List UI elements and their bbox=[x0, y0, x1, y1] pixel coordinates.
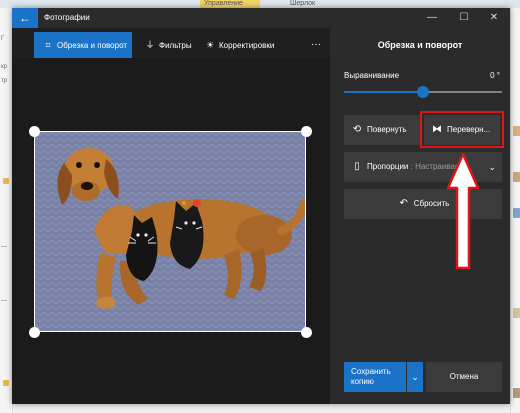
background-window-strip bbox=[0, 0, 520, 8]
flip-highlight-box bbox=[420, 111, 504, 148]
crop-frame[interactable] bbox=[34, 131, 306, 332]
maximize-icon[interactable]: ☐ bbox=[448, 8, 480, 28]
reset-button-label: Сбросить bbox=[413, 199, 450, 208]
minimize-icon[interactable]: — bbox=[416, 8, 448, 28]
more-options-icon[interactable]: ··· bbox=[306, 32, 326, 58]
aspect-ratio-icon: ▯ bbox=[354, 161, 360, 172]
aspect-ratio-label: Пропорции bbox=[367, 162, 409, 171]
save-copy-label-line1: Сохранить bbox=[351, 367, 391, 376]
title-bar: ← Фотографии — ☐ ✕ bbox=[12, 8, 510, 28]
tab-crop-rotate-label: Обрезка и поворот bbox=[57, 41, 128, 50]
background-tab-manage: Управление bbox=[200, 0, 260, 8]
save-copy-label-line2: копию bbox=[351, 377, 374, 386]
crop-rotate-panel: Обрезка и поворот Выравнивание 0 ° ⟲ Пове… bbox=[330, 28, 510, 404]
background-tab-sherlock: Шерлок bbox=[290, 0, 316, 7]
rotate-button-label: Повернуть bbox=[367, 125, 407, 134]
crop-handle-bottom-right[interactable] bbox=[301, 327, 312, 338]
tab-filters-label: Фильтры bbox=[159, 41, 192, 50]
rotate-button[interactable]: ⟲ Повернуть bbox=[344, 115, 420, 145]
edit-toolbar: ⌗ Обрезка и поворот ⏚ Фильтры ☀ Корректиров… bbox=[12, 28, 330, 58]
background-right-window bbox=[510, 8, 520, 413]
app-title: Фотографии bbox=[44, 13, 90, 22]
rotate-icon: ⟲ bbox=[352, 124, 362, 135]
filter-icon: ⏚ bbox=[145, 40, 155, 50]
save-copy-button[interactable]: Сохранить копию bbox=[344, 362, 406, 392]
save-options-chevron-icon[interactable]: ⌄ bbox=[407, 362, 423, 392]
arrow-left-icon[interactable]: ← bbox=[12, 8, 38, 28]
image-canvas bbox=[12, 58, 330, 404]
cancel-button[interactable]: Отмена bbox=[426, 362, 502, 392]
chevron-down-icon: ⌄ bbox=[488, 162, 496, 172]
panel-title: Обрезка и поворот bbox=[377, 40, 463, 50]
crop-handle-top-left[interactable] bbox=[29, 126, 40, 137]
sun-icon: ☀ bbox=[205, 40, 215, 50]
tab-adjustments-label: Корректировки bbox=[219, 41, 275, 50]
tab-filters[interactable]: ⏚ Фильтры bbox=[140, 32, 192, 58]
crop-handle-top-right[interactable] bbox=[301, 126, 312, 137]
crop-handle-bottom-left[interactable] bbox=[29, 327, 40, 338]
straighten-slider-thumb[interactable] bbox=[417, 86, 429, 98]
straighten-value: 0 ° bbox=[490, 71, 500, 80]
straighten-label: Выравнивание bbox=[344, 71, 400, 80]
crop-icon: ⌗ bbox=[45, 40, 51, 50]
photos-app-window: ← Фотографии — ☐ ✕ ⌗ Обрезка и поворот ⏚ Ф… bbox=[12, 8, 510, 404]
tab-adjustments[interactable]: ☀ Корректировки bbox=[200, 32, 274, 58]
tab-crop-rotate[interactable]: ⌗ Обрезка и поворот bbox=[34, 32, 132, 58]
red-arrow-annotation bbox=[446, 152, 480, 270]
straighten-slider-fill bbox=[344, 91, 423, 93]
undo-icon: ↶ bbox=[399, 198, 408, 209]
close-icon[interactable]: ✕ bbox=[478, 8, 510, 28]
